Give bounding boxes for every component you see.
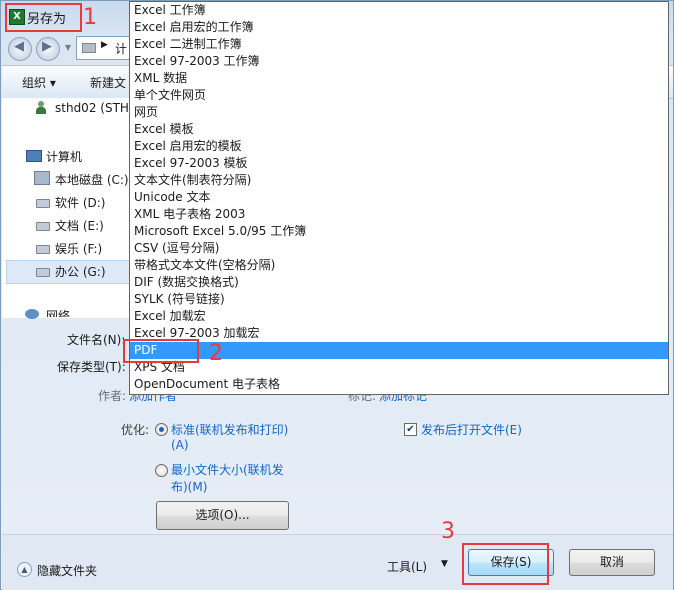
file-type-option[interactable]: Microsoft Excel 5.0/95 工作簿 <box>130 223 668 240</box>
nav-item-computer[interactable]: 计算机 <box>46 148 82 165</box>
optimize-label: 优化: <box>121 423 150 437</box>
forward-arrow-icon: ▶ <box>42 39 52 54</box>
annotation-box-pdf <box>123 339 199 363</box>
file-type-option[interactable]: 单个文件网页 <box>130 87 668 104</box>
file-type-option[interactable]: DIF (数据交换格式) <box>130 274 668 291</box>
hide-folders-button[interactable]: 隐藏文件夹 <box>37 562 97 579</box>
file-type-option[interactable]: Excel 二进制工作簿 <box>130 36 668 53</box>
forward-button[interactable]: ▶ <box>36 37 60 61</box>
back-arrow-icon: ◀ <box>14 39 24 54</box>
nav-item-drive-e[interactable]: 文档 (E:) <box>55 217 104 234</box>
file-type-option[interactable]: XML 数据 <box>130 70 668 87</box>
local-disk-icon <box>34 171 50 185</box>
file-type-option[interactable]: OpenDocument 电子表格 <box>130 376 668 393</box>
file-type-option[interactable]: CSV (逗号分隔) <box>130 240 668 257</box>
annotation-number-3: 3 <box>441 519 455 544</box>
cancel-button[interactable]: 取消 <box>569 549 655 576</box>
file-type-option[interactable]: Excel 启用宏的工作簿 <box>130 19 668 36</box>
minimum-size-option-label[interactable]: 最小文件大小(联机发 <box>171 461 284 478</box>
drive-icon <box>82 43 96 53</box>
file-type-option[interactable]: XML 电子表格 2003 <box>130 206 668 223</box>
tools-dropdown-icon[interactable]: ▼ <box>441 559 448 569</box>
file-type-option[interactable]: Excel 97-2003 加载宏 <box>130 325 668 342</box>
open-after-publish-checkbox[interactable]: ✔ <box>404 423 417 436</box>
annotation-box-save <box>462 543 549 585</box>
breadcrumb-arrow-icon[interactable]: ▶ <box>101 40 108 50</box>
file-type-option[interactable]: Excel 模板 <box>130 121 668 138</box>
nav-item-drive-f[interactable]: 娱乐 (F:) <box>55 240 102 257</box>
nav-item-drive-c[interactable]: 本地磁盘 (C:) <box>55 171 129 188</box>
drive-icon <box>36 222 50 231</box>
collapse-up-icon[interactable]: ▲ <box>17 562 32 577</box>
file-type-option[interactable]: SYLK (符号链接) <box>130 291 668 308</box>
annotation-number-1: 1 <box>83 5 97 30</box>
file-type-option[interactable]: 文本文件(制表符分隔) <box>130 172 668 189</box>
user-icon <box>35 101 47 115</box>
save-as-dialog: X 另存为 1 ◀ ▶ ▼ ▶ 计 组织 ▾ 新建文 sthd02 (STHD … <box>0 0 674 590</box>
drive-icon <box>36 268 50 277</box>
file-type-option[interactable]: Unicode 文本 <box>130 189 668 206</box>
drive-icon <box>36 199 50 208</box>
standard-option-label[interactable]: 标准(联机发布和打印) <box>171 421 288 438</box>
network-icon <box>25 309 39 319</box>
annotation-number-2: 2 <box>209 341 223 366</box>
computer-icon <box>26 150 42 162</box>
new-folder-button[interactable]: 新建文 <box>90 74 126 91</box>
file-type-option[interactable]: Excel 97-2003 模板 <box>130 155 668 172</box>
file-type-option[interactable]: Excel 启用宏的模板 <box>130 138 668 155</box>
nav-item-drive-d[interactable]: 软件 (D:) <box>55 194 105 211</box>
standard-option-shortcut[interactable]: (A) <box>171 438 189 452</box>
open-after-publish-label[interactable]: 发布后打开文件(E) <box>421 421 522 438</box>
standard-radio[interactable] <box>155 423 168 436</box>
address-text: 计 <box>115 42 128 56</box>
file-type-option[interactable]: Excel 加载宏 <box>130 308 668 325</box>
nav-item-user[interactable]: sthd02 (STHD <box>55 101 138 115</box>
file-type-dropdown-list[interactable]: Excel 工作簿 Excel 启用宏的工作簿 Excel 二进制工作簿 Exc… <box>129 1 669 395</box>
options-button[interactable]: 选项(O)... <box>156 501 289 530</box>
savetype-label: 保存类型(T): <box>57 360 126 374</box>
annotation-box-title <box>5 3 82 32</box>
organize-button[interactable]: 组织 ▾ <box>22 74 56 91</box>
minimum-size-radio[interactable] <box>155 464 168 477</box>
minimum-size-option-shortcut[interactable]: 布)(M) <box>171 478 207 495</box>
back-button[interactable]: ◀ <box>8 37 32 61</box>
file-type-option[interactable]: 网页 <box>130 104 668 121</box>
author-label: 作者: <box>98 389 127 403</box>
file-type-option[interactable]: 带格式文本文件(空格分隔) <box>130 257 668 274</box>
drive-icon <box>36 245 50 254</box>
file-type-option[interactable]: Excel 工作簿 <box>130 2 668 19</box>
filename-label: 文件名(N): <box>67 333 126 347</box>
nav-item-drive-g[interactable]: 办公 (G:) <box>55 263 106 280</box>
history-dropdown-icon[interactable]: ▼ <box>65 43 71 52</box>
tools-button[interactable]: 工具(L) <box>387 558 427 575</box>
nav-item-network[interactable]: 网络 <box>46 307 70 317</box>
file-type-option[interactable]: Excel 97-2003 工作簿 <box>130 53 668 70</box>
